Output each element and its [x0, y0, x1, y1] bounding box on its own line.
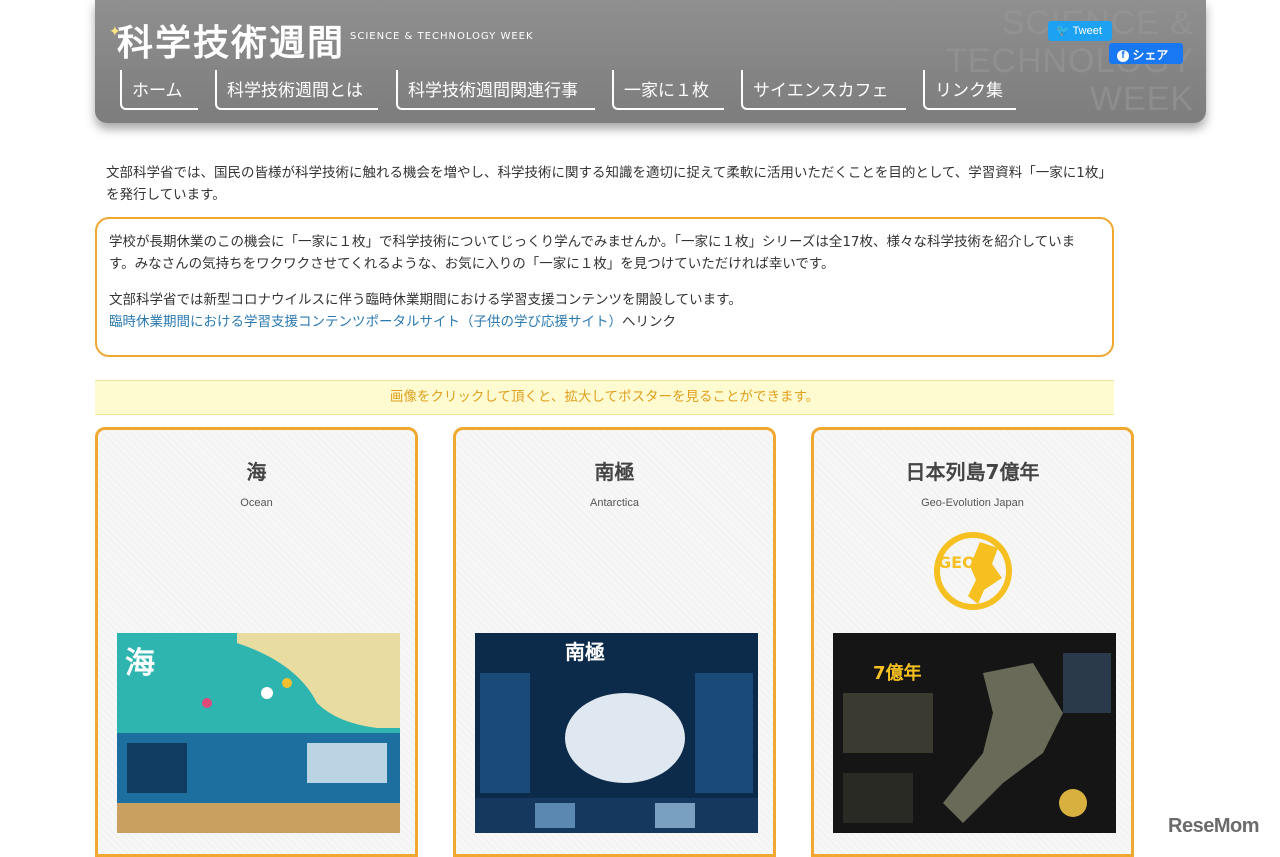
notice-box: 学校が長期休業のこの機会に「一家に１枚」で科学技術についてじっくり学んでみません…	[95, 217, 1114, 357]
poster-card-ocean: 海 Ocean 海	[95, 427, 418, 857]
facebook-share-button[interactable]: f シェア	[1109, 43, 1183, 64]
nav-item-about[interactable]: 科学技術週間とは	[215, 70, 378, 110]
share-label: シェア	[1132, 48, 1169, 62]
nav-item-links[interactable]: リンク集	[923, 70, 1016, 110]
link-suffix: へリンク	[622, 314, 676, 330]
geo-logo-icon: GEO	[932, 530, 1014, 612]
poster-card-geo-evolution: 日本列島7億年 Geo-Evolution Japan GEO 7億年	[811, 427, 1134, 857]
poster-title-ocean: 海	[125, 646, 155, 681]
notice-paragraph-2: 文部科学省では新型コロナウイルスに伴う臨時休業期間における学習支援コンテンツを開…	[109, 292, 742, 308]
nav-item-ikka-ichimai[interactable]: 一家に１枚	[612, 70, 724, 110]
geo-logo-text: GEO	[938, 553, 976, 572]
poster-image-ocean[interactable]: 海	[117, 633, 400, 833]
nav-item-home[interactable]: ホーム	[120, 70, 198, 110]
card-title: 南極	[594, 460, 635, 484]
notice-paragraph-1: 学校が長期休業のこの機会に「一家に１枚」で科学技術についてじっくり学んでみません…	[109, 234, 1076, 272]
site-title[interactable]: 科学技術週間	[117, 14, 345, 66]
notice-link-line: 臨時休業期間における学習支援コンテンツポータルサイト（子供の学び応援サイト）へリ…	[109, 311, 1100, 333]
poster-image-antarctica[interactable]: 南極	[475, 633, 758, 833]
card-subtitle: Antarctica	[590, 497, 639, 509]
learning-support-portal-link[interactable]: 臨時休業期間における学習支援コンテンツポータルサイト（子供の学び応援サイト）	[109, 314, 622, 330]
intro-text: 文部科学省では、国民の皆様が科学技術に触れる機会を増やし、科学技術に関する知識を…	[106, 165, 1106, 203]
resemom-watermark: ReseMom	[1168, 815, 1259, 837]
facebook-icon: f	[1117, 49, 1129, 62]
nav-item-events[interactable]: 科学技術週間関連行事	[396, 70, 595, 110]
card-title: 日本列島7億年	[905, 460, 1040, 484]
card-subtitle: Geo-Evolution Japan	[921, 497, 1024, 509]
poster-card-antarctica: 南極 Antarctica 南極	[453, 427, 776, 857]
card-title: 海	[246, 460, 267, 484]
twitter-bird-icon: 🐦	[1056, 25, 1070, 37]
site-header: SCIENCE & TECHNOLOGY WEEK ✦ 科学技術週間 SCIEN…	[95, 0, 1206, 123]
card-subtitle: Ocean	[240, 497, 273, 509]
poster-image-geo-evolution[interactable]: 7億年	[833, 633, 1116, 833]
tweet-button[interactable]: 🐦 Tweet	[1048, 21, 1112, 41]
hint-bar: 画像をクリックして頂くと、拡大してポスターを見ることができます。	[95, 380, 1114, 415]
nav-item-science-cafe[interactable]: サイエンスカフェ	[741, 70, 906, 110]
poster-title-antarctica: 南極	[565, 640, 605, 664]
tweet-label: Tweet	[1072, 25, 1102, 37]
site-subtitle: SCIENCE & TECHNOLOGY WEEK	[350, 31, 534, 42]
poster-title-geo: 7億年	[873, 662, 922, 684]
